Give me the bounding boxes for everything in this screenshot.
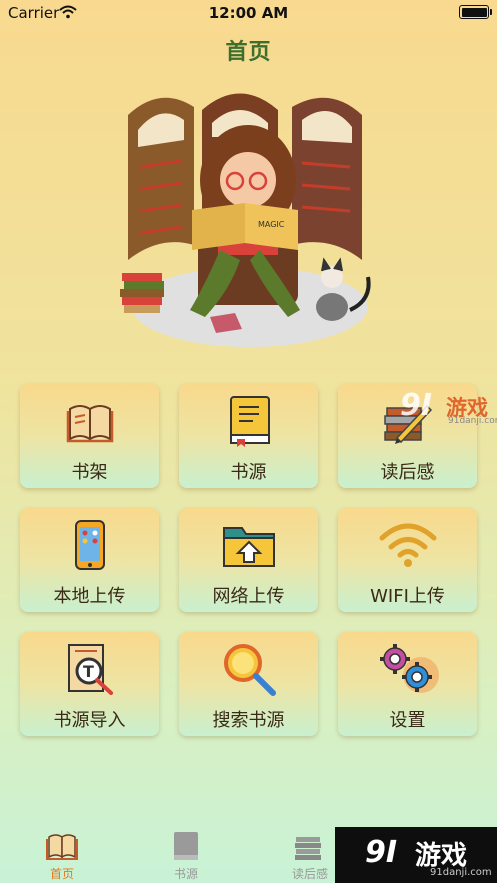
menu-tile-wifi-upload[interactable]: WIFI上传 [338,508,477,612]
book-pencil-icon [295,837,321,860]
open-book-icon [46,834,78,860]
book-cover-text: MAGIC [258,220,285,229]
page-title: 首页 [225,40,272,65]
menu-tile-source-import[interactable]: T 书源导入 [20,632,159,736]
open-book-icon [66,405,113,443]
menu-tile-label: 网络上传 [212,586,285,607]
menu-tile-book-source[interactable]: 书源 [179,384,318,488]
tab-label: 书源 [173,867,198,881]
status-bar: Carrier 12:00 AM [0,0,497,26]
menu-tile-settings[interactable]: 设置 [338,632,477,736]
menu-tile-label: 搜索书源 [212,710,285,731]
reading-girl-illustration: MAGIC [120,93,371,347]
tab-label: 读后感 [291,867,328,881]
menu-tile-label: WIFI上传 [370,586,445,607]
phone-icon [74,520,105,570]
gear-icon [379,644,439,693]
watermark-logo: 9I [365,835,398,870]
watermark-url: 91danji.com [448,416,497,426]
clock: 12:00 AM [208,4,289,22]
menu-tile-search-source[interactable]: 搜索书源 [179,632,318,736]
tab-home[interactable]: 首页 [32,827,92,883]
menu-tile-network-upload[interactable]: 网络上传 [179,508,318,612]
watermark-logo: 9I [400,388,433,423]
watermark-top: 9I 游戏 91danji.com [400,388,497,428]
menu-tile-label: 读后感 [380,462,435,483]
closed-book-icon [229,396,270,447]
menu-tile-label: 书源导入 [53,710,126,731]
tab-label: 首页 [49,867,74,881]
menu-tile-local-upload[interactable]: 本地上传 [20,508,159,612]
closed-book-icon [174,832,198,860]
menu-tile-label: 本地上传 [53,586,126,607]
search-icon [223,644,276,696]
watermark-bottom: 9I 游戏 91danji.com [335,827,497,883]
tab-review[interactable]: 读后感 [280,827,340,883]
menu-tile-bookshelf[interactable]: 书架 [20,384,159,488]
tab-book-source[interactable]: 书源 [156,827,216,883]
wifi-icon [379,523,436,567]
watermark-url: 91danji.com [430,867,492,878]
svg-text:T: T [83,662,94,681]
menu-tile-label: 书架 [71,462,108,483]
battery-icon [459,5,492,19]
menu-tile-label: 书源 [230,462,267,483]
folder-upload-icon [222,527,275,567]
text-magnifier-icon: T [67,644,113,695]
menu-tile-label: 设置 [389,710,426,731]
